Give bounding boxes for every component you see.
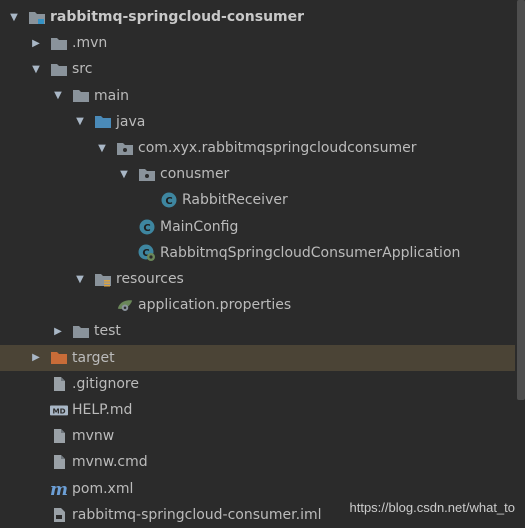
tree-item[interactable]: ▶ test (0, 318, 515, 344)
tree-item[interactable]: C RabbitmqSpringcloudConsumerApplication (0, 240, 515, 266)
folder-icon (50, 61, 68, 77)
tree-item-label: MainConfig (160, 218, 239, 235)
tree-item[interactable]: application.properties (0, 292, 515, 318)
tree-item[interactable]: ▼ conusmer (0, 161, 515, 187)
svg-text:C: C (143, 223, 150, 234)
tree-item-label: com.xyx.rabbitmqspringcloudconsumer (138, 140, 417, 156)
tree-item[interactable]: ▶ target (0, 344, 515, 371)
text-file-icon (50, 454, 68, 470)
expand-down-arrow-icon[interactable]: ▼ (8, 11, 20, 23)
tree-item-label: pom.xml (72, 480, 134, 497)
package-icon (138, 166, 156, 182)
module-folder-icon (28, 9, 46, 25)
svg-text:C: C (165, 196, 172, 207)
tree-item[interactable]: mvnw.cmd (0, 449, 515, 475)
folder-icon (72, 88, 90, 104)
expand-down-arrow-icon[interactable]: ▼ (96, 142, 108, 154)
markdown-file-icon: MD (50, 402, 68, 418)
resources-folder-icon (94, 271, 112, 287)
tree-item[interactable]: C MainConfig (0, 214, 515, 240)
iml-file-icon (50, 507, 68, 523)
tree-item-label: RabbitmqSpringcloudConsumerApplication (160, 244, 461, 261)
tree-item-label: main (94, 87, 129, 104)
vertical-scrollbar[interactable] (517, 0, 525, 400)
expand-down-arrow-icon[interactable]: ▼ (30, 63, 42, 75)
tree-item[interactable]: ▼ resources (0, 266, 515, 292)
folder-icon (50, 35, 68, 51)
tree-item[interactable]: C RabbitReceiver (0, 187, 515, 213)
collapse-right-arrow-icon[interactable]: ▶ (30, 352, 42, 364)
tree-item-label: target (72, 349, 115, 366)
tree-item-label: rabbitmq-springcloud-consumer (50, 9, 305, 25)
tree-item[interactable]: ▼ com.xyx.rabbitmqspringcloudconsumer (0, 135, 515, 161)
text-file-icon (50, 376, 68, 392)
tree-item-label: rabbitmq-springcloud-consumer.iml (72, 506, 322, 523)
source-folder-icon (94, 114, 112, 130)
tree-item-label: .gitignore (72, 375, 139, 392)
tree-item-label: conusmer (160, 166, 230, 183)
spring-properties-icon (116, 297, 134, 313)
tree-item-label: resources (116, 271, 184, 287)
tree-item-label: mvnw.cmd (72, 454, 148, 471)
tree-item-label: java (116, 113, 146, 130)
tree-item[interactable]: mvnw (0, 423, 515, 449)
spring-boot-class-icon: C (138, 244, 156, 261)
class-icon: C (160, 192, 178, 208)
tree-item-label: HELP.md (72, 402, 133, 418)
tree-item[interactable]: m pom.xml (0, 476, 515, 502)
svg-text:m: m (50, 481, 68, 497)
tree-item[interactable]: MD HELP.md (0, 397, 515, 423)
tree-item-label: src (72, 61, 93, 78)
expand-down-arrow-icon[interactable]: ▼ (74, 116, 86, 128)
collapse-right-arrow-icon[interactable]: ▶ (30, 37, 42, 49)
tree-item[interactable]: .gitignore (0, 371, 515, 397)
svg-text:MD: MD (52, 407, 65, 416)
excluded-folder-icon (50, 350, 68, 366)
class-icon: C (138, 219, 156, 235)
tree-item[interactable]: ▼ src (0, 56, 515, 82)
tree-item-label: .mvn (72, 35, 108, 52)
folder-icon (72, 323, 90, 339)
text-file-icon (50, 428, 68, 444)
package-icon (116, 140, 134, 156)
tree-item-label: application.properties (138, 297, 292, 314)
collapse-right-arrow-icon[interactable]: ▶ (52, 325, 64, 337)
tree-item-label: RabbitReceiver (182, 192, 288, 209)
tree-item[interactable]: ▼ main (0, 83, 515, 109)
maven-file-icon: m (50, 481, 68, 497)
tree-item[interactable]: ▼ java (0, 109, 515, 135)
expand-down-arrow-icon[interactable]: ▼ (74, 273, 86, 285)
expand-down-arrow-icon[interactable]: ▼ (52, 90, 64, 102)
tree-item-label: mvnw (72, 428, 115, 445)
tree-item[interactable]: ▶ .mvn (0, 30, 515, 56)
watermark: https://blog.csdn.net/what_to (349, 500, 516, 515)
expand-down-arrow-icon[interactable]: ▼ (118, 168, 130, 180)
tree-item-label: test (94, 323, 121, 340)
tree-item[interactable]: ▼ rabbitmq-springcloud-consumer (0, 4, 515, 30)
